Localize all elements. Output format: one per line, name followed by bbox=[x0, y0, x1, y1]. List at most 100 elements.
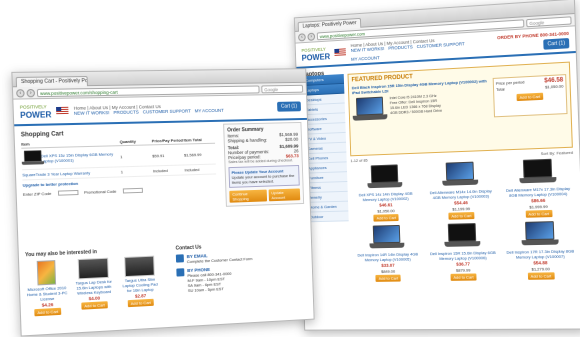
site-logo[interactable]: POSITIVELY POWER bbox=[301, 45, 330, 62]
product-image[interactable] bbox=[521, 221, 559, 248]
cart-item-qty[interactable]: 1 bbox=[120, 153, 152, 159]
site-header: POSITIVELY POWER Home | About Us | My Acc… bbox=[13, 95, 307, 127]
warranty-total: Included bbox=[184, 167, 216, 173]
nav-account[interactable]: MY ACCOUNT bbox=[195, 108, 224, 114]
suggest-name[interactable]: Microsoft Office 2010 Home & Student 3-P… bbox=[26, 285, 68, 302]
warranty-qty: 1 bbox=[121, 168, 153, 174]
sort-select[interactable]: Sort By: Featured bbox=[541, 150, 574, 156]
product-name[interactable]: Dell Alienware M14x 14.0in Display 4GB M… bbox=[426, 188, 497, 200]
nav-new[interactable]: NEW IT WORKS! bbox=[351, 46, 385, 53]
add-to-cart-button[interactable]: Add to Cart bbox=[374, 214, 400, 222]
site-logo[interactable]: POSITIVELY POWER bbox=[20, 103, 52, 120]
software-box-image[interactable] bbox=[37, 260, 56, 285]
product-card: Dell Inspiron 17R 17.3in Display 8GB Mem… bbox=[503, 221, 577, 281]
laptops-window: Laptops: Positively Power ‹ › www.positi… bbox=[294, 0, 580, 331]
nav-products[interactable]: PRODUCTS bbox=[113, 109, 138, 115]
product-image[interactable] bbox=[442, 161, 479, 188]
add-to-cart-button[interactable]: Add to Cart bbox=[34, 308, 61, 317]
product-total: $1,999.99 bbox=[529, 204, 547, 210]
product-name[interactable]: Dell XPS 14z 14in Display 4GB Memory Lap… bbox=[352, 191, 421, 203]
featured-spec: 4GB DDR3 / 500GB Hard Drive bbox=[390, 109, 442, 116]
product-name[interactable]: Dell Inspiron 15R 15.6in Display 6GB Mem… bbox=[428, 250, 499, 261]
contact-hours-3: SU 10am - 5pm EST bbox=[188, 286, 232, 293]
promo-label: Promotional Code bbox=[84, 189, 117, 195]
order-summary: Order Summary Items: $1,569.99 Shipping &… bbox=[223, 122, 304, 207]
product-price: $54.46 bbox=[454, 200, 468, 205]
cart-window: Shopping Cart - Positively Power ‹ › www… bbox=[11, 68, 314, 336]
product-card: Dell XPS 14z 14in Display 4GB Memory Lap… bbox=[351, 164, 421, 223]
warranty-period: Included bbox=[153, 167, 185, 173]
product-name[interactable]: Dell Inspiron 17R 17.3in Display 8GB Mem… bbox=[504, 248, 577, 260]
product-price: $33.07 bbox=[381, 263, 394, 268]
cart-button[interactable]: Cart (1) bbox=[277, 101, 301, 111]
nav-new[interactable]: NEW IT WORKS! bbox=[74, 110, 110, 116]
add-to-cart-button[interactable]: Add to Cart bbox=[450, 273, 476, 280]
suggestions: You may also be interested in Microsoft … bbox=[25, 246, 169, 317]
add-to-cart-button[interactable]: Add to Cart bbox=[516, 93, 543, 101]
results-count: 1-12 of 85 bbox=[350, 158, 367, 164]
forward-arrow-icon[interactable]: › bbox=[26, 88, 35, 96]
add-to-cart-button[interactable]: Add to Cart bbox=[376, 275, 402, 282]
accessory-image[interactable] bbox=[124, 256, 155, 277]
phone-icon bbox=[176, 268, 184, 276]
email-icon bbox=[176, 254, 184, 262]
suggest-item: Microsoft Office 2010 Home & Student 3-P… bbox=[25, 260, 68, 317]
product-name[interactable]: Dell Alienware M17x 17.3in Display 8GB M… bbox=[502, 186, 575, 198]
product-total: $1,050.00 bbox=[377, 208, 394, 213]
product-card: Dell Alienware M14x 14.0in Display 4GB M… bbox=[425, 161, 497, 220]
cart-item-period: $59.91 bbox=[152, 152, 184, 158]
featured-specs: Intel Core i5 2410M 2.3 GHz Free Offer: D… bbox=[390, 94, 443, 122]
zip-label: Enter ZIP Code bbox=[23, 191, 52, 197]
warranty-name[interactable]: SquareTrade 3 Year Laptop Warranty bbox=[22, 169, 121, 177]
forward-arrow-icon[interactable]: › bbox=[307, 32, 315, 40]
update-account-button[interactable]: Update Account bbox=[268, 188, 300, 201]
product-price: $86.66 bbox=[531, 198, 545, 204]
search-box[interactable]: Google bbox=[526, 16, 572, 27]
cart-laptop-image[interactable] bbox=[21, 151, 32, 161]
add-to-cart-button[interactable]: Add to Cart bbox=[448, 212, 474, 220]
summary-shipping: $20.00 bbox=[285, 137, 298, 142]
contact-us: Contact Us BY EMAIL Complete the Custome… bbox=[176, 240, 303, 297]
promo-input[interactable] bbox=[122, 188, 142, 194]
suggest-list: Microsoft Office 2010 Home & Student 3-P… bbox=[25, 255, 168, 317]
suggest-name[interactable]: Targus Ultra Slim Laptop Cooling Pad for… bbox=[120, 276, 160, 293]
suggest-item: Targus Ultra Slim Laptop Cooling Pad for… bbox=[119, 255, 161, 311]
back-arrow-icon[interactable]: ‹ bbox=[298, 33, 306, 41]
add-to-cart-button[interactable]: Add to Cart bbox=[128, 299, 154, 307]
search-box[interactable]: Google bbox=[261, 84, 303, 93]
product-image[interactable] bbox=[367, 164, 403, 191]
nav-account[interactable]: MY ACCOUNT bbox=[351, 55, 380, 62]
back-arrow-icon[interactable]: ‹ bbox=[16, 89, 25, 97]
add-to-cart-button[interactable]: Add to Cart bbox=[81, 301, 108, 309]
add-to-cart-button[interactable]: Add to Cart bbox=[527, 272, 554, 280]
product-total: $1,279.00 bbox=[531, 266, 549, 271]
product-image[interactable] bbox=[369, 225, 405, 252]
product-price: $54.88 bbox=[533, 260, 547, 265]
tax-note: Sales tax will be added during checkout. bbox=[228, 158, 299, 164]
cart-item-total: $1,569.99 bbox=[184, 151, 216, 157]
accessory-image[interactable] bbox=[78, 258, 109, 280]
product-price: $36.77 bbox=[456, 261, 470, 266]
address-bar[interactable]: www.positivepower.com/shopping-cart bbox=[37, 85, 260, 97]
featured-product: FEATURED PRODUCT Dell Black Inspiron 15R… bbox=[348, 62, 573, 157]
browser-tab-cart[interactable]: Shopping Cart - Positively Power bbox=[16, 75, 88, 86]
product-card: Dell Inspiron 15R 15.6in Display 6GB Mem… bbox=[427, 223, 499, 282]
add-to-cart-button[interactable]: Add to Cart bbox=[525, 210, 552, 218]
suggest-item: Targus Lap Desk for 15.6in Laptops with … bbox=[73, 257, 115, 314]
nav-products[interactable]: PRODUCTS bbox=[388, 44, 413, 50]
suggest-price: $4.00 bbox=[89, 296, 101, 302]
product-image[interactable] bbox=[518, 159, 556, 187]
cart-button[interactable]: Cart (1) bbox=[543, 37, 569, 49]
sidebar-item[interactable]: Outdoor bbox=[307, 211, 349, 222]
product-image[interactable] bbox=[444, 223, 481, 250]
suggest-name[interactable]: Targus Lap Desk for 15.6in Laptops with … bbox=[73, 279, 114, 296]
cart-item-name[interactable]: Dell XPS 15z 15in Display 6GB Memory Lap… bbox=[41, 151, 121, 163]
continue-shopping-button[interactable]: Continue Shopping bbox=[229, 190, 267, 203]
suggest-price: $4.26 bbox=[42, 302, 54, 308]
product-card: Dell Inspiron 14R 14in Display 4GB Memor… bbox=[353, 224, 423, 282]
nav-support[interactable]: CUSTOMER SUPPORT bbox=[143, 108, 191, 114]
laptop-image[interactable] bbox=[352, 96, 387, 123]
product-name[interactable]: Dell Inspiron 14R 14in Display 4GB Memor… bbox=[354, 251, 423, 262]
zip-input[interactable] bbox=[57, 190, 78, 196]
product-card: Dell Alienware M17x 17.3in Display 8GB M… bbox=[501, 158, 575, 218]
